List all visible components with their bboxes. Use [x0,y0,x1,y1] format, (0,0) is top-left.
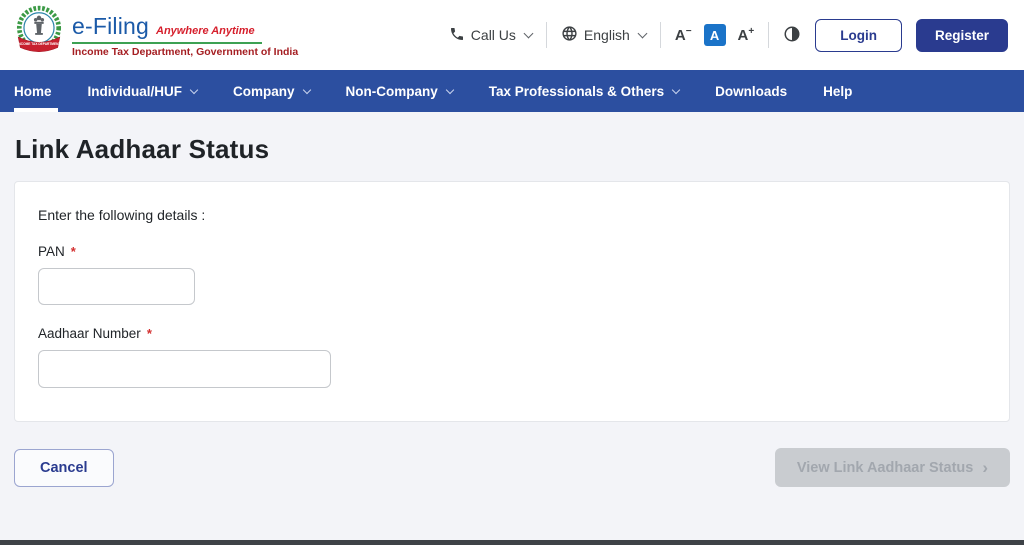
svg-text:INCOME TAX DEPARTMENT: INCOME TAX DEPARTMENT [18,42,61,46]
required-asterisk: * [70,244,76,259]
language-label: English [583,27,630,43]
call-us-label: Call Us [470,27,516,43]
nav-item-downloads[interactable]: Downloads [697,70,805,112]
main-nav: Home Individual/HUF Company Non-Company … [0,70,1024,112]
aadhaar-number-label: Aadhaar Number * [38,326,152,341]
brand-text: e-Filing Anywhere Anytime Income Tax Dep… [72,13,298,58]
globe-icon [561,25,578,45]
nav-item-home[interactable]: Home [0,70,70,112]
divider [768,22,770,48]
phone-icon [449,26,465,45]
header-controls: Call Us English A− A A+ Login Register [449,18,1008,52]
chevron-down-icon [523,28,534,39]
chevron-down-icon [671,85,681,95]
brand-efiling: e-Filing [72,12,150,39]
form-actions: Cancel View Link Aadhaar Status › [14,448,1010,487]
chevron-right-icon: › [982,458,988,477]
footer-top-edge [0,540,1024,545]
divider [659,22,661,48]
login-button[interactable]: Login [815,18,902,52]
nav-item-help[interactable]: Help [805,70,870,112]
form-intro-text: Enter the following details : [38,207,206,223]
nav-item-company[interactable]: Company [215,70,328,112]
brand-department-line: Income Tax Department, Government of Ind… [72,45,299,58]
font-size-controls: A− A A+ [675,24,754,46]
chevron-down-icon [445,85,455,95]
link-aadhaar-status-form-card: Enter the following details : PAN * Aadh… [14,181,1010,422]
divider [545,22,547,48]
chevron-down-icon [189,85,199,95]
contrast-toggle-button[interactable] [783,25,801,46]
chevron-down-icon [302,85,311,95]
pan-input[interactable] [38,268,195,305]
font-increase-button[interactable]: A+ [738,27,755,44]
nav-item-individual-huf[interactable]: Individual/HUF [70,70,216,112]
brand-tagline: Anywhere Anytime [156,24,255,37]
font-decrease-button[interactable]: A− [675,27,692,44]
chevron-down-icon [637,28,648,39]
call-us-menu[interactable]: Call Us [449,26,534,45]
page-title: Link Aadhaar Status [15,134,270,164]
income-tax-emblem-icon: INCOME TAX DEPARTMENT [14,5,64,66]
nav-item-non-company[interactable]: Non-Company [328,70,471,112]
register-button[interactable]: Register [915,18,1008,52]
font-default-button[interactable]: A [703,24,726,46]
required-asterisk: * [146,326,152,341]
cancel-button[interactable]: Cancel [14,448,114,487]
top-header: INCOME TAX DEPARTMENT e-Filing Anywhere … [0,0,1024,70]
brand-divider [72,41,262,44]
nav-item-tax-professionals[interactable]: Tax Professionals & Others [471,70,697,112]
brand[interactable]: INCOME TAX DEPARTMENT e-Filing Anywhere … [14,5,298,66]
language-menu[interactable]: English [561,25,648,45]
pan-label: PAN * [38,244,76,259]
view-link-aadhaar-status-button[interactable]: View Link Aadhaar Status › [774,448,1010,487]
aadhaar-number-input[interactable] [38,350,331,388]
contrast-icon [783,25,801,46]
